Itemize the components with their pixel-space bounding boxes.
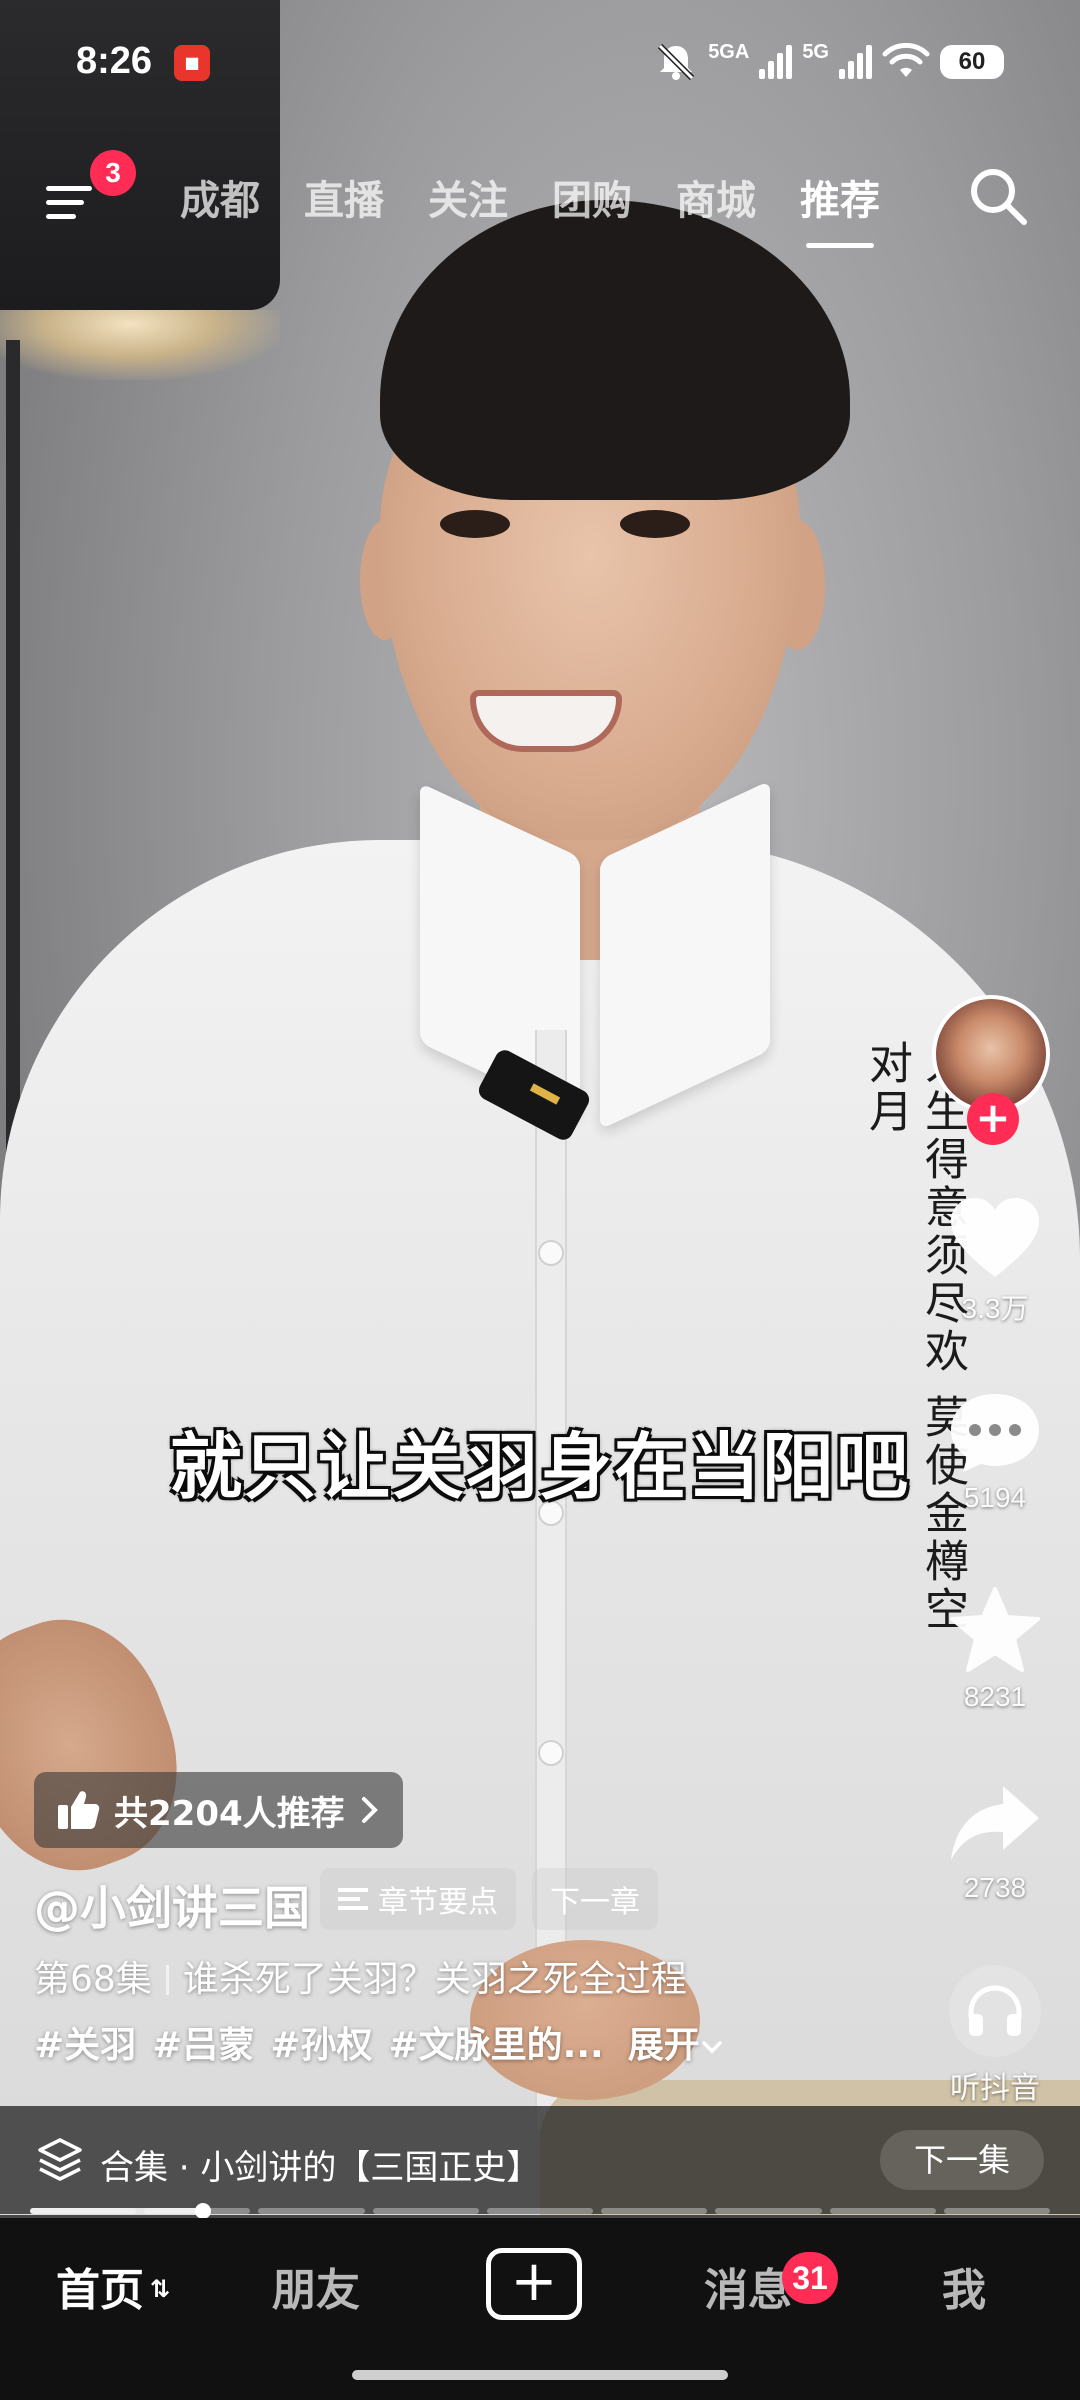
eye-left	[440, 510, 510, 538]
progress-segment	[829, 2208, 936, 2214]
recommend-count-label: 共2204人推荐	[114, 1793, 345, 1834]
hashtag[interactable]: #关羽	[34, 2016, 136, 2068]
tab-recommended[interactable]: 推荐	[800, 168, 880, 248]
battery-indicator: 60	[940, 45, 1004, 79]
wifi-icon	[882, 43, 930, 77]
video-progress-bar[interactable]	[30, 2203, 1050, 2219]
collection-bar[interactable]: 合集 · 小剑讲的【三国正史】 下一集	[0, 2106, 1080, 2214]
share-count: 2738	[963, 1872, 1027, 1903]
episode-line: 第68集 谁杀死了关羽？关羽之死全过程	[34, 1950, 687, 2002]
like-button[interactable]: 3.3万	[920, 1195, 1070, 1327]
network-type-1: 5GA	[708, 40, 750, 63]
chapter-points-label: 章节要点	[378, 1885, 498, 1920]
menu-notification-badge: 3	[90, 150, 136, 196]
nav-tabs: 成都 直播 关注 团购 商城 推荐	[180, 168, 880, 248]
shirt-button	[538, 1240, 564, 1266]
progress-segment	[601, 2208, 708, 2214]
next-episode-button[interactable]: 下一集	[880, 2130, 1045, 2190]
menu-icon-bar	[46, 186, 92, 191]
star-icon	[950, 1587, 1040, 1672]
menu-icon-bar	[46, 214, 76, 219]
chevron-down-icon	[701, 2041, 722, 2054]
signal-strength-icon	[839, 45, 872, 79]
progress-played	[30, 2208, 204, 2214]
bottom-tab-bar: 首页 ⇅ 朋友 + 消息 31 我	[0, 2218, 1080, 2400]
menu-icon-bar	[46, 200, 84, 205]
expand-button[interactable]: 展开	[628, 2016, 724, 2068]
collection-title: 合集 · 小剑讲的【三国正史】	[100, 2148, 541, 2188]
chevron-right-icon	[361, 1797, 378, 1823]
progress-segment	[943, 2208, 1050, 2214]
next-chapter-button[interactable]: 下一章	[532, 1868, 658, 1930]
messages-badge: 31	[782, 2252, 838, 2304]
hashtag[interactable]: #文脉里的...	[389, 2016, 604, 2068]
comment-count: 5194	[963, 1482, 1027, 1513]
tab-messages[interactable]: 消息	[704, 2254, 792, 2318]
comment-button[interactable]: 5194	[920, 1390, 1070, 1514]
refresh-arrows-icon: ⇅	[150, 2275, 171, 2303]
listen-douyin-button[interactable]: 听抖音	[920, 1965, 1070, 2107]
network-type-2: 5G	[802, 40, 829, 63]
tab-live[interactable]: 直播	[304, 168, 384, 226]
home-indicator[interactable]	[352, 2370, 728, 2380]
mute-bell-icon	[658, 43, 695, 81]
progress-segment	[258, 2208, 365, 2214]
expand-label: 展开	[627, 2025, 700, 2066]
search-icon[interactable]	[966, 164, 1030, 228]
progress-segment	[372, 2208, 479, 2214]
status-time: 8:26	[76, 40, 153, 82]
heart-icon	[951, 1198, 1039, 1277]
hashtags-line: #关羽 #吕蒙 #孙权 #文脉里的... 展开	[34, 2016, 724, 2068]
progress-knob[interactable]	[195, 2203, 212, 2219]
signal-strength-icon	[759, 45, 793, 79]
share-button[interactable]: 2738	[920, 1780, 1070, 1904]
favorite-button[interactable]: 8231	[920, 1585, 1070, 1713]
tab-chengdu[interactable]: 成都	[180, 168, 260, 226]
shirt-calligraphy: 人生得意须尽欢 莫使金樽空对月	[861, 1040, 968, 1634]
episode-number: 第68集	[34, 1959, 152, 2000]
tab-mall[interactable]: 商城	[676, 168, 756, 226]
lamp-glow	[0, 310, 280, 380]
tab-home[interactable]: 首页 ⇅	[56, 2254, 170, 2318]
eye-right	[620, 510, 690, 538]
shirt-button	[538, 1740, 564, 1766]
share-arrow-icon	[951, 1786, 1039, 1860]
progress-segment	[486, 2208, 594, 2214]
create-button[interactable]: +	[486, 2248, 582, 2320]
video-subtitle: 就只让关羽身在当阳吧	[169, 1425, 910, 1509]
recommend-chip[interactable]: 共2204人推荐	[34, 1772, 403, 1848]
top-navigation: 3 成都 直播 关注 团购 商城 推荐	[0, 150, 1080, 250]
listen-label: 听抖音	[950, 2071, 1040, 2106]
layers-icon	[38, 2138, 82, 2181]
tab-friends[interactable]: 朋友	[272, 2254, 360, 2318]
author-name[interactable]: @小剑讲三国	[34, 1872, 310, 1938]
hashtag[interactable]: #吕蒙	[152, 2016, 254, 2068]
episode-separator	[165, 1965, 169, 1995]
screen: 人生得意须尽欢 莫使金樽空对月 8:26 ■ 5GA 5G 60 3 成都 直播…	[0, 0, 1080, 2400]
tab-home-label: 首页	[56, 2265, 144, 2316]
like-count: 3.3万	[961, 1293, 1029, 1324]
favorite-count: 8231	[963, 1681, 1027, 1712]
hashtag[interactable]: #孙权	[270, 2016, 372, 2068]
notification-app-icon: ■	[174, 45, 210, 81]
listen-icon-wrapper	[949, 1965, 1041, 2057]
headphones-icon	[968, 1985, 1022, 2036]
chapter-points-button[interactable]: 章节要点	[320, 1868, 516, 1930]
progress-segment	[715, 2208, 822, 2214]
status-bar: 8:26 ■ 5GA 5G 60	[0, 0, 1080, 130]
follow-button[interactable]: +	[967, 1093, 1019, 1145]
tab-group-buy[interactable]: 团购	[552, 168, 632, 226]
list-icon	[338, 1888, 368, 1910]
status-indicators: 5GA 5G 60	[654, 40, 1004, 84]
comment-icon	[951, 1394, 1039, 1472]
tab-me[interactable]: 我	[942, 2254, 986, 2318]
tab-following[interactable]: 关注	[428, 168, 508, 226]
next-chapter-label: 下一章	[550, 1885, 640, 1920]
episode-title: 谁杀死了关羽？关羽之死全过程	[182, 1959, 687, 2000]
thumbs-up-icon	[58, 1791, 100, 1829]
